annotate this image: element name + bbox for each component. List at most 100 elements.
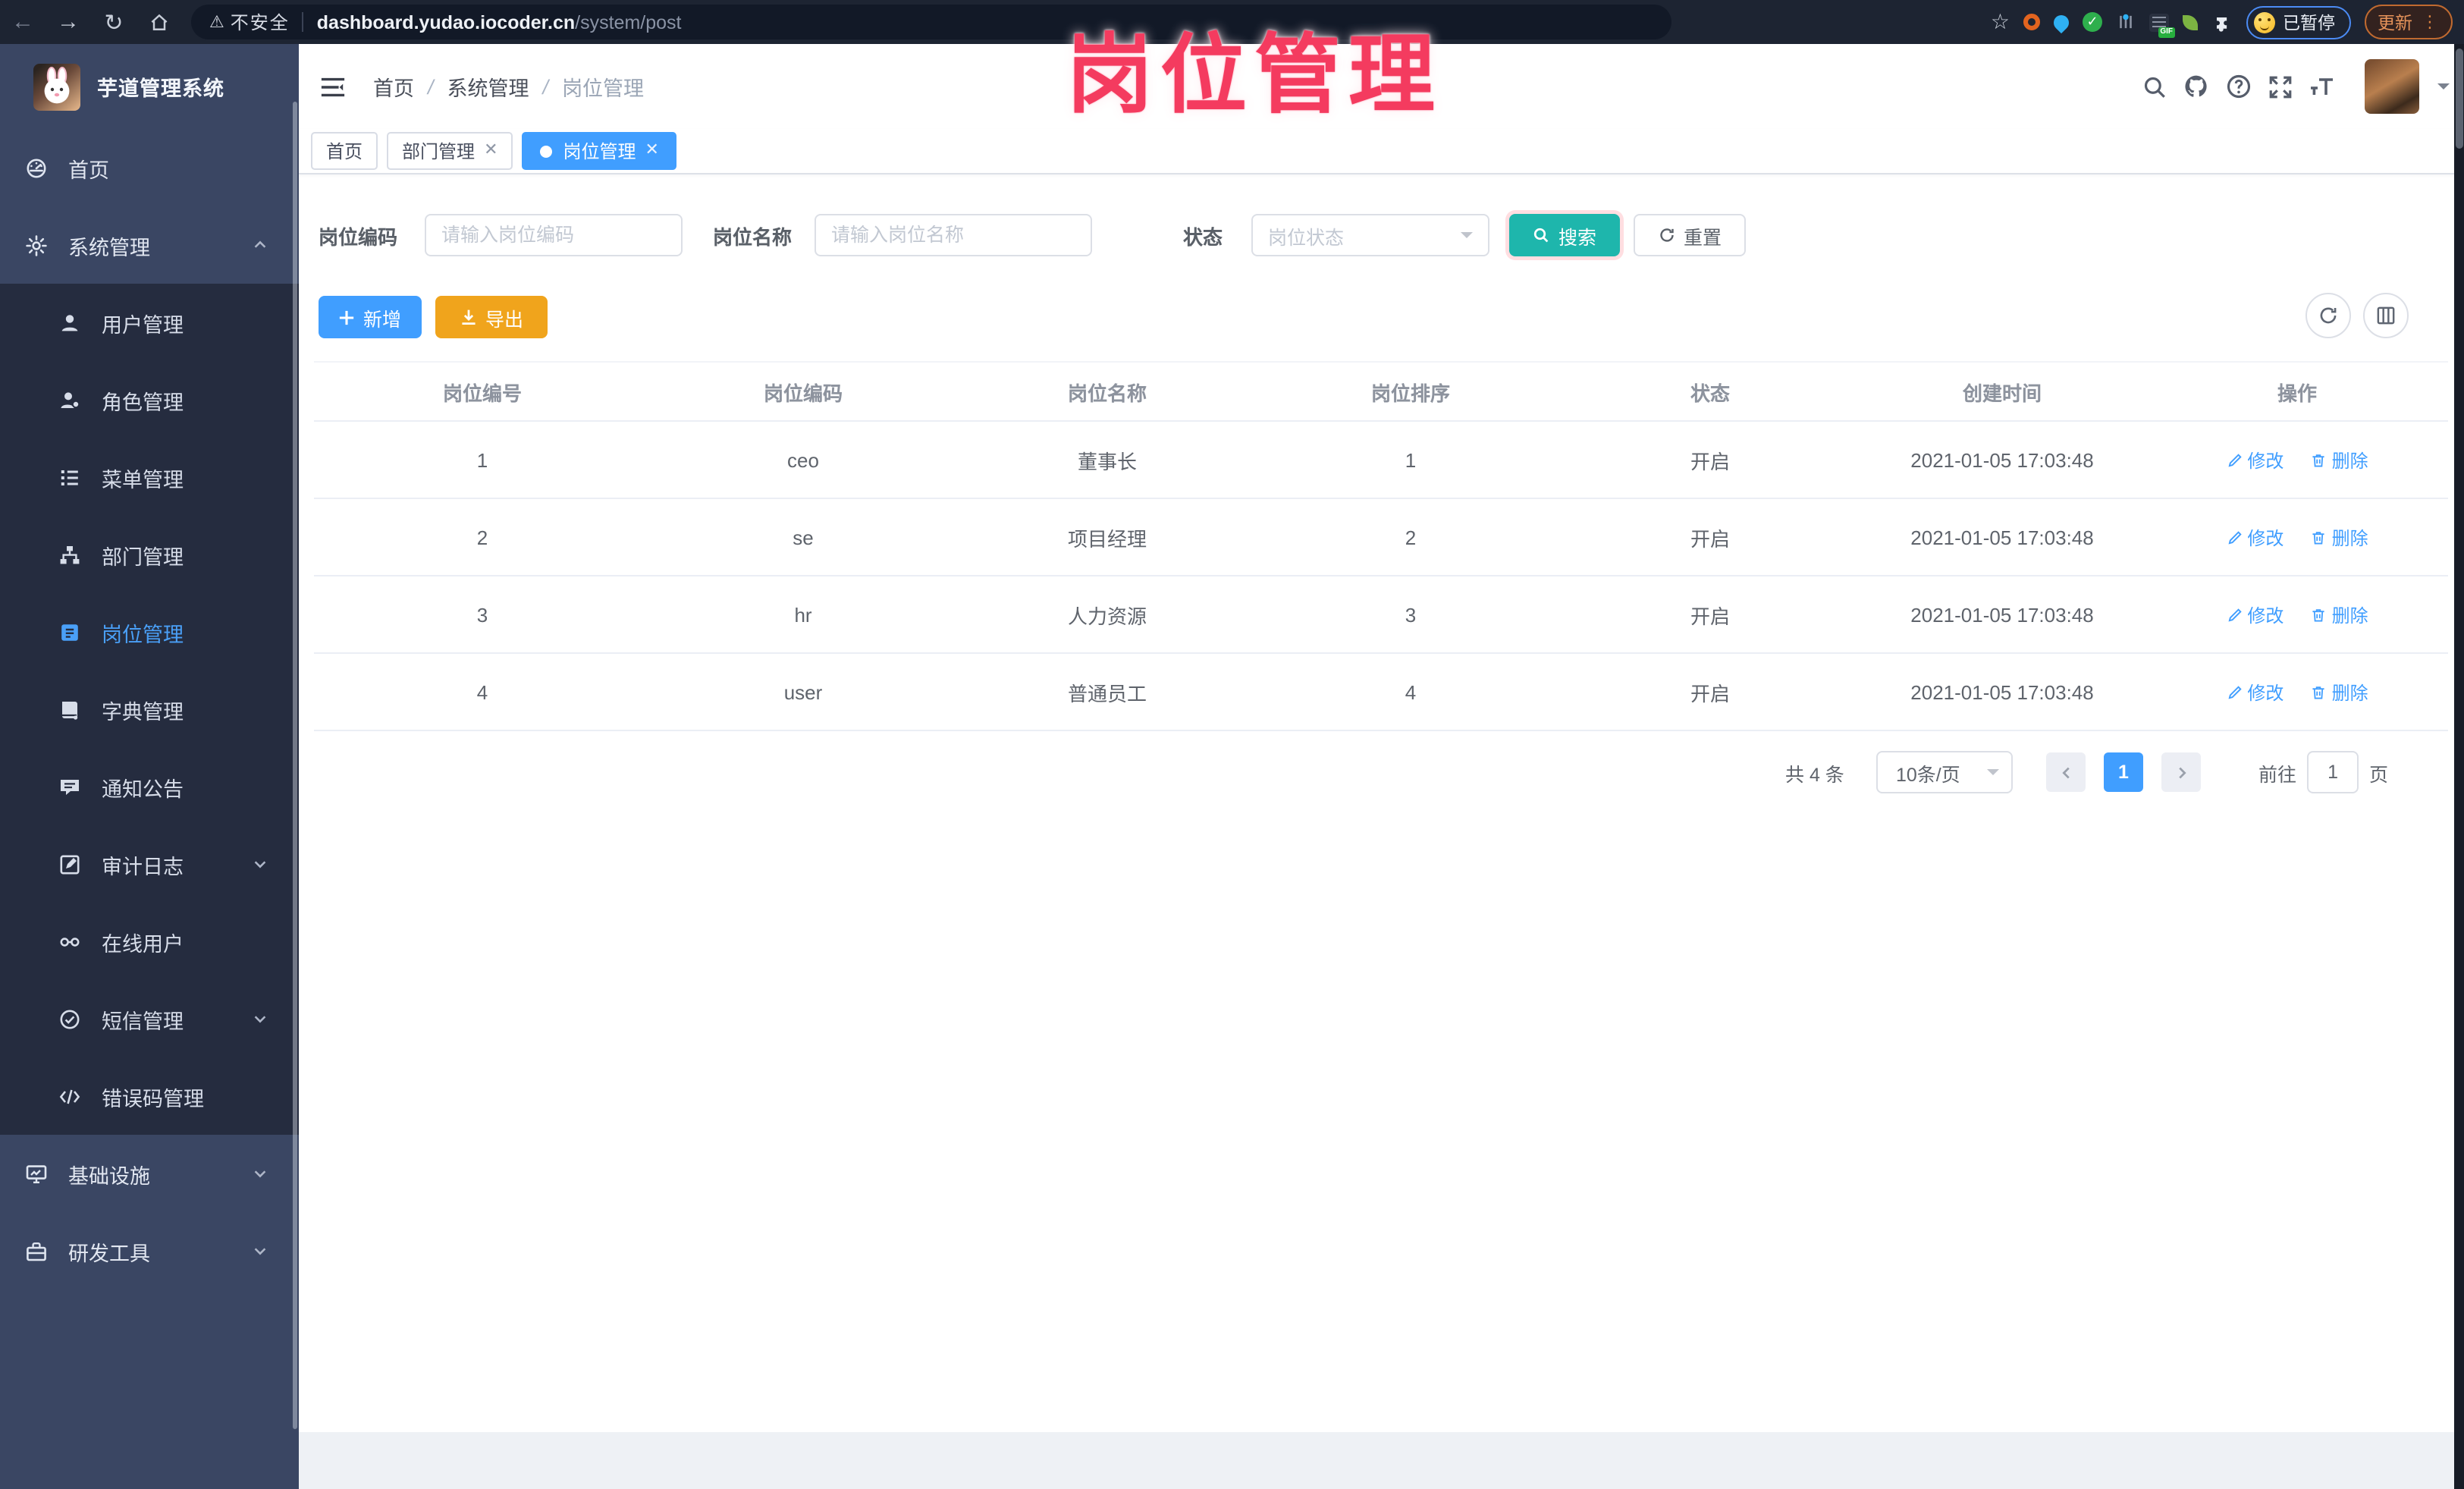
app-logo-rabbit xyxy=(33,63,80,110)
avatar[interactable] xyxy=(2364,59,2418,114)
delete-link[interactable]: 删除 xyxy=(2311,602,2368,627)
sidebar-item-roles[interactable]: 角色管理 xyxy=(0,361,299,438)
sidebar-item-users[interactable]: 用户管理 xyxy=(0,284,299,361)
sidebar-item-online-users[interactable]: 在线用户 xyxy=(0,903,299,980)
page-scrollbar[interactable] xyxy=(2453,44,2464,1489)
close-icon[interactable]: ✕ xyxy=(645,142,659,159)
sidebar-group-system[interactable]: 系统管理 xyxy=(0,206,299,284)
font-size-icon[interactable] xyxy=(2308,74,2337,99)
close-icon[interactable]: ✕ xyxy=(484,142,498,159)
extensions-puzzle-icon[interactable] xyxy=(2211,11,2233,33)
status-select[interactable]: 岗位状态 xyxy=(1251,214,1489,256)
breadcrumb-home[interactable]: 首页 xyxy=(373,71,414,102)
forward-icon[interactable]: → xyxy=(46,5,91,39)
delete-link[interactable]: 删除 xyxy=(2311,524,2368,550)
profile-paused-chip[interactable]: 已暂停 xyxy=(2246,5,2350,39)
sidebar-item-notices[interactable]: 通知公告 xyxy=(0,748,299,825)
sidebar-item-posts[interactable]: 岗位管理 xyxy=(0,593,299,671)
prev-page-button[interactable] xyxy=(2046,752,2086,792)
edit-link[interactable]: 修改 xyxy=(2226,602,2284,627)
sidebar-item-menus[interactable]: 菜单管理 xyxy=(0,438,299,516)
scrollbar-thumb[interactable] xyxy=(2455,49,2462,149)
extension-ring-icon[interactable] xyxy=(2023,14,2040,30)
page-number-1[interactable]: 1 xyxy=(2104,752,2143,792)
breadcrumb-system[interactable]: 系统管理 xyxy=(447,71,529,102)
tab-posts[interactable]: 岗位管理 ✕ xyxy=(522,132,677,170)
extension-check-icon[interactable]: ✓ xyxy=(2083,12,2102,32)
home-icon[interactable] xyxy=(137,5,182,39)
edit-link-label: 修改 xyxy=(2247,527,2284,548)
back-icon[interactable]: ← xyxy=(0,5,46,39)
browser-menu-icon[interactable]: ⋮ xyxy=(2422,12,2438,32)
cell-actions: 修改 删除 xyxy=(2146,498,2448,576)
edit-link-label: 修改 xyxy=(2247,450,2284,471)
cell-id: 2 xyxy=(314,498,651,576)
edit-link[interactable]: 修改 xyxy=(2226,679,2284,705)
refresh-table-button[interactable] xyxy=(2305,293,2351,338)
sidebar-group-dev-tools[interactable]: 研发工具 xyxy=(0,1212,299,1290)
sidebar-group-label: 研发工具 xyxy=(68,1242,150,1264)
hamburger-icon[interactable] xyxy=(320,75,346,98)
pagination: 共 4 条 10条/页 1 前往 页 xyxy=(299,751,2464,793)
extension-leaf-icon[interactable] xyxy=(2183,14,2198,30)
column-settings-button[interactable] xyxy=(2363,293,2409,338)
trash-icon xyxy=(2311,529,2327,545)
sidebar-item-home[interactable]: 首页 xyxy=(0,129,299,206)
help-icon[interactable] xyxy=(2224,73,2252,100)
shield-message-icon xyxy=(56,1006,82,1032)
tab-departments[interactable]: 部门管理 ✕ xyxy=(387,132,513,170)
extension-list-icon[interactable]: GIF xyxy=(2149,13,2175,37)
delete-link[interactable]: 删除 xyxy=(2311,679,2368,705)
reload-icon[interactable]: ↻ xyxy=(91,5,137,39)
delete-link-label: 删除 xyxy=(2331,605,2368,626)
search-icon[interactable] xyxy=(2141,74,2167,99)
update-button[interactable]: 更新 ⋮ xyxy=(2364,5,2452,39)
post-code-input[interactable] xyxy=(425,214,683,256)
edit-link[interactable]: 修改 xyxy=(2226,447,2284,473)
cell-created: 2021-01-05 17:03:48 xyxy=(1858,498,2146,576)
bookmark-star-icon[interactable]: ☆ xyxy=(1991,9,2010,35)
cell-sort: 1 xyxy=(1259,421,1562,499)
delete-link-label: 删除 xyxy=(2331,527,2368,548)
sidebar-item-label: 菜单管理 xyxy=(102,468,184,491)
sidebar-item-dictionary[interactable]: 字典管理 xyxy=(0,671,299,748)
chevron-down-icon xyxy=(252,856,268,872)
sidebar-item-label: 通知公告 xyxy=(102,777,184,800)
sidebar-group-infrastructure[interactable]: 基础设施 xyxy=(0,1135,299,1212)
cell-created: 2021-01-05 17:03:48 xyxy=(1858,421,2146,499)
pagination-jumper: 前往 页 xyxy=(2258,751,2388,793)
page-size-select[interactable]: 10条/页 xyxy=(1876,751,2013,793)
sidebar-item-departments[interactable]: 部门管理 xyxy=(0,516,299,593)
sidebar-item-sms[interactable]: 短信管理 xyxy=(0,980,299,1057)
post-name-input[interactable] xyxy=(815,214,1092,256)
cell-actions: 修改 删除 xyxy=(2146,576,2448,654)
org-tree-icon xyxy=(56,542,82,567)
chevron-down-icon xyxy=(252,1242,268,1259)
sidebar-item-audit-log[interactable]: 审计日志 xyxy=(0,825,299,903)
export-button[interactable]: 导出 xyxy=(435,296,548,338)
app-logo-row[interactable]: 芋道管理系统 xyxy=(0,44,299,129)
table-row: 2 se 项目经理 2 开启 2021-01-05 17:03:48 修改 删除 xyxy=(314,498,2448,576)
extension-sliders-icon[interactable] xyxy=(2116,12,2136,32)
download-icon xyxy=(460,308,478,326)
security-label: 不安全 xyxy=(230,12,290,33)
address-bar[interactable]: ⚠ 不安全 dashboard.yudao.iocoder.cn/system/… xyxy=(191,5,1671,39)
caret-down-icon[interactable] xyxy=(2437,83,2449,96)
screen: ← → ↻ ⚠ 不安全 dashboard.yudao.iocoder.cn/s… xyxy=(0,0,2464,1489)
sidebar-item-error-codes[interactable]: 错误码管理 xyxy=(0,1057,299,1135)
next-page-button[interactable] xyxy=(2161,752,2201,792)
github-icon[interactable] xyxy=(2182,73,2209,100)
code-icon xyxy=(56,1083,82,1109)
breadcrumb-separator: / xyxy=(428,75,434,98)
tab-home[interactable]: 首页 xyxy=(311,132,378,170)
delete-link[interactable]: 删除 xyxy=(2311,447,2368,473)
search-button[interactable]: 搜索 xyxy=(1509,214,1620,256)
edit-link[interactable]: 修改 xyxy=(2226,524,2284,550)
page-unit-label: 页 xyxy=(2369,764,2389,785)
goto-page-input[interactable] xyxy=(2307,751,2359,793)
fullscreen-icon[interactable] xyxy=(2267,74,2293,99)
add-button[interactable]: 新增 xyxy=(319,296,422,338)
tags-view-bar: 首页 部门管理 ✕ 岗位管理 ✕ xyxy=(299,129,2464,174)
extension-pin-icon[interactable] xyxy=(2050,11,2073,33)
reset-button[interactable]: 重置 xyxy=(1634,214,1746,256)
